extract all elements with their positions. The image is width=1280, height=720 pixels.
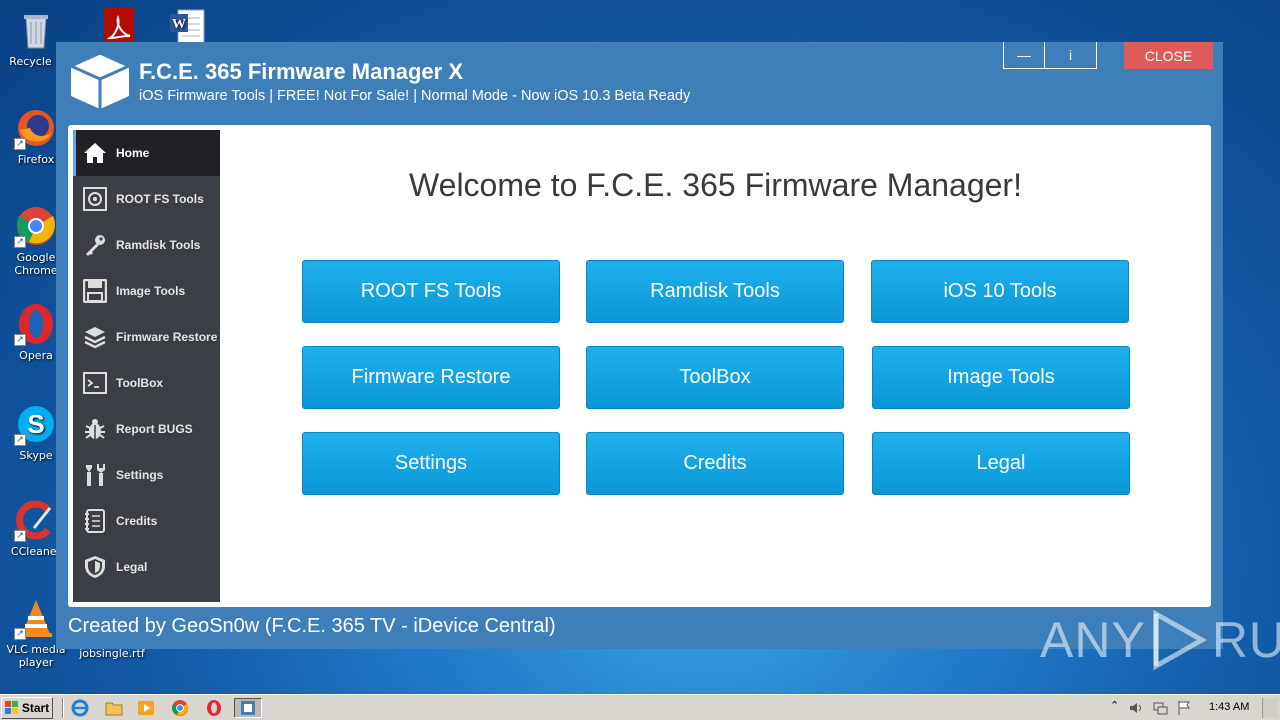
tile-root-fs-tools[interactable]: ROOT FS Tools	[302, 260, 560, 323]
firefox-icon: ↗	[14, 106, 58, 150]
sidebar-item-report-bugs[interactable]: Report BUGS	[73, 406, 220, 452]
opera-icon: ↗	[14, 302, 58, 346]
sidebar-item-label: Ramdisk Tools	[116, 238, 201, 252]
folder-icon	[105, 702, 123, 716]
taskbar-opera-button[interactable]	[204, 698, 224, 718]
sidebar: Home ROOT FS Tools Ramdisk Tools Image T…	[73, 130, 220, 602]
internet-explorer-icon	[71, 699, 89, 717]
info-button[interactable]: i	[1045, 42, 1097, 69]
media-player-icon	[138, 701, 154, 715]
sidebar-item-home[interactable]: Home	[73, 130, 220, 176]
tile-settings[interactable]: Settings	[302, 432, 560, 495]
svg-text:W: W	[172, 17, 186, 32]
system-tray: ⌃	[1100, 697, 1200, 719]
recycle-bin-icon	[14, 8, 58, 52]
sidebar-item-settings[interactable]: Settings	[73, 452, 220, 498]
sidebar-item-toolbox[interactable]: ToolBox	[73, 360, 220, 406]
sidebar-item-label: ROOT FS Tools	[116, 192, 204, 206]
app-window: F.C.E. 365 Firmware Manager X iOS Firmwa…	[56, 42, 1223, 649]
tile-ramdisk-tools[interactable]: Ramdisk Tools	[586, 260, 844, 323]
show-desktop-button[interactable]	[1262, 698, 1278, 718]
taskbar-clock[interactable]: 1:43 AM	[1209, 701, 1249, 713]
sidebar-item-label: Settings	[116, 468, 164, 482]
sidebar-item-label: Image Tools	[116, 284, 186, 298]
tile-firmware-restore[interactable]: Firmware Restore	[302, 346, 560, 409]
vlc-icon: ↗	[14, 596, 58, 640]
taskbar: Start ⌃ 1:43 AM	[0, 694, 1280, 720]
tile-ios-10-tools[interactable]: iOS 10 Tools	[871, 260, 1129, 323]
sidebar-item-label: ToolBox	[116, 376, 164, 390]
ccleaner-icon: ↗	[14, 498, 58, 542]
taskbar-chrome-button[interactable]	[170, 698, 190, 718]
layers-icon	[84, 327, 106, 349]
app-footer-credit: Created by GeoSn0w (F.C.E. 365 TV - iDev…	[68, 615, 556, 637]
tile-toolbox[interactable]: ToolBox	[586, 346, 844, 409]
svg-text:S: S	[27, 409, 44, 439]
opera-icon	[207, 700, 221, 716]
sidebar-item-root-fs-tools[interactable]: ROOT FS Tools	[73, 176, 220, 222]
floppy-icon	[83, 279, 107, 303]
app-subtitle: iOS Firmware Tools | FREE! Not For Sale!…	[139, 88, 691, 104]
chrome-icon	[172, 700, 188, 716]
sidebar-item-label: Credits	[116, 514, 158, 528]
sidebar-item-label: Report BUGS	[116, 422, 193, 436]
shield-icon	[85, 556, 105, 578]
skype-icon: S ↗	[14, 402, 58, 446]
welcome-heading: Welcome to F.C.E. 365 Firmware Manager!	[409, 167, 1022, 203]
taskbar-fce365-button[interactable]	[234, 698, 262, 718]
sidebar-item-label: Firmware Restore	[116, 330, 218, 344]
tile-legal[interactable]: Legal	[872, 432, 1130, 495]
tile-credits[interactable]: Credits	[586, 432, 844, 495]
watermark-left-text: ANY	[1040, 612, 1146, 668]
taskbar-media-player-button[interactable]	[136, 698, 156, 718]
windows-logo-icon	[4, 701, 18, 714]
taskbar-ie-button[interactable]	[70, 698, 90, 718]
show-hidden-icons-icon[interactable]: ⌃	[1110, 699, 1119, 712]
sidebar-item-legal[interactable]: Legal	[73, 544, 220, 590]
sidebar-item-label: Home	[116, 146, 150, 160]
sidebar-item-ramdisk-tools[interactable]: Ramdisk Tools	[73, 222, 220, 268]
main-panel: Home ROOT FS Tools Ramdisk Tools Image T…	[68, 125, 1211, 607]
tile-image-tools[interactable]: Image Tools	[872, 346, 1130, 409]
speaker-icon[interactable]	[1128, 700, 1144, 716]
notebook-icon	[85, 509, 105, 533]
sidebar-item-label: Legal	[116, 560, 148, 574]
action-center-flag-icon[interactable]	[1176, 700, 1192, 716]
app-logo-cube-icon	[67, 51, 133, 109]
window-controls: — i CLOSE	[1003, 42, 1213, 69]
home-icon	[84, 143, 106, 163]
close-button[interactable]: CLOSE	[1124, 42, 1213, 69]
start-button[interactable]: Start	[1, 697, 53, 719]
sidebar-item-credits[interactable]: Credits	[73, 498, 220, 544]
app-title: F.C.E. 365 Firmware Manager X	[139, 59, 464, 84]
root-fs-icon	[83, 187, 107, 211]
sidebar-item-image-tools[interactable]: Image Tools	[73, 268, 220, 314]
play-triangle-icon	[1153, 610, 1207, 670]
sidebar-item-firmware-restore[interactable]: Firmware Restore	[73, 314, 220, 360]
taskbar-explorer-button[interactable]	[104, 698, 124, 718]
app-window-icon	[241, 701, 255, 715]
chrome-icon: ↗	[14, 204, 58, 248]
start-label: Start	[21, 701, 50, 715]
key-icon	[86, 235, 105, 256]
tools-icon	[86, 464, 105, 486]
bug-icon	[85, 419, 105, 439]
terminal-icon	[83, 372, 107, 394]
minimize-button[interactable]: —	[1003, 42, 1045, 69]
watermark-right-text: RUN	[1211, 612, 1280, 668]
anyrun-watermark: ANY RUN	[1040, 610, 1280, 670]
network-icon[interactable]	[1152, 700, 1168, 716]
